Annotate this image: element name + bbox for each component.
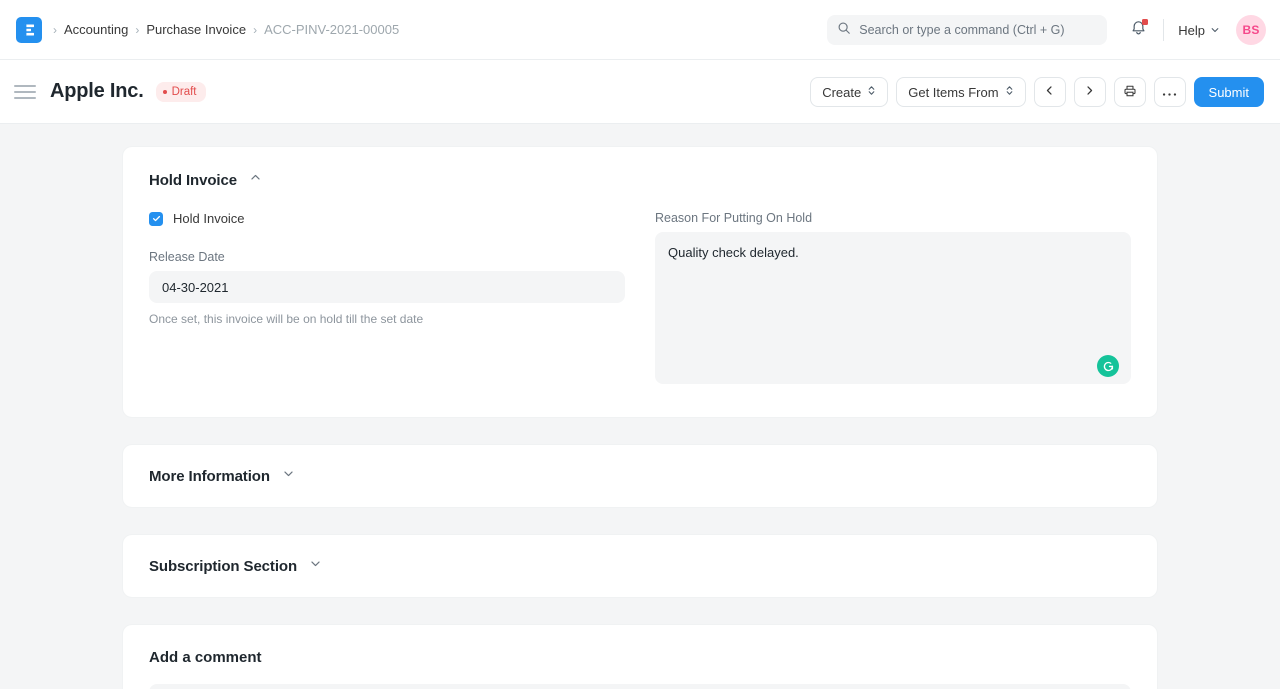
submit-button[interactable]: Submit — [1194, 77, 1264, 107]
notification-badge — [1142, 19, 1148, 25]
chevron-down-icon[interactable] — [282, 467, 295, 485]
search-input[interactable] — [859, 23, 1097, 37]
hold-invoice-checkbox[interactable] — [149, 212, 163, 226]
reason-for-hold-label: Reason For Putting On Hold — [655, 211, 1131, 225]
hold-invoice-right-column: Reason For Putting On Hold — [655, 211, 1131, 389]
get-items-from-button[interactable]: Get Items From — [896, 77, 1025, 107]
next-document-button[interactable] — [1074, 77, 1106, 107]
comment-input[interactable] — [149, 684, 1131, 689]
printer-icon — [1123, 84, 1137, 101]
navbar-divider — [1163, 19, 1164, 41]
hold-invoice-checkbox-label: Hold Invoice — [173, 211, 245, 226]
hold-invoice-checkbox-row[interactable]: Hold Invoice — [149, 211, 625, 226]
reason-for-hold-textarea[interactable] — [655, 232, 1131, 384]
chevron-down-icon[interactable] — [309, 557, 322, 575]
print-button[interactable] — [1114, 77, 1146, 107]
add-comment-title: Add a comment — [149, 649, 1131, 666]
notifications-button[interactable] — [1125, 17, 1151, 43]
status-label: Draft — [172, 86, 197, 98]
breadcrumb-separator: › — [53, 24, 57, 36]
create-button-label: Create — [822, 85, 861, 100]
create-button[interactable]: Create — [810, 77, 888, 107]
top-navbar: › Accounting › Purchase Invoice › ACC-PI… — [0, 0, 1280, 60]
page-header: Apple Inc. Draft Create Get Items From — [0, 60, 1280, 124]
release-date-field: Release Date Once set, this invoice will… — [149, 250, 625, 326]
page-body[interactable]: Hold Invoice — [0, 124, 1280, 689]
release-date-input[interactable] — [149, 271, 625, 303]
avatar[interactable]: BS — [1236, 15, 1266, 45]
submit-button-label: Submit — [1209, 85, 1249, 100]
chevron-right-icon — [1083, 84, 1096, 100]
breadcrumb-item-purchase-invoice[interactable]: Purchase Invoice — [146, 22, 246, 37]
breadcrumb-separator: › — [135, 24, 139, 36]
previous-document-button[interactable] — [1034, 77, 1066, 107]
more-information-section-header[interactable]: More Information — [123, 445, 1157, 507]
grammarly-icon[interactable] — [1097, 355, 1119, 377]
comment-card: Add a comment — [122, 624, 1158, 689]
search-icon — [837, 21, 859, 40]
breadcrumb-item-accounting[interactable]: Accounting — [64, 22, 128, 37]
chevron-up-icon[interactable] — [249, 171, 262, 189]
chevron-left-icon — [1043, 84, 1056, 100]
hold-invoice-columns: Hold Invoice Release Date Once set, this… — [149, 211, 1131, 389]
status-dot-icon — [163, 90, 167, 94]
subscription-section-header[interactable]: Subscription Section — [123, 535, 1157, 597]
erpnext-logo-icon[interactable] — [16, 17, 42, 43]
search-bar[interactable] — [827, 15, 1107, 45]
hold-invoice-section-title: Hold Invoice — [149, 172, 237, 189]
hold-invoice-card: Hold Invoice — [122, 146, 1158, 418]
status-badge: Draft — [156, 82, 206, 102]
release-date-hint: Once set, this invoice will be on hold t… — [149, 312, 625, 326]
get-items-from-label: Get Items From — [908, 85, 998, 100]
hamburger-menu-icon[interactable] — [14, 85, 36, 99]
help-dropdown[interactable]: Help — [1178, 23, 1220, 38]
page-title: Apple Inc. — [50, 80, 144, 103]
more-information-card: More Information — [122, 444, 1158, 508]
release-date-label: Release Date — [149, 250, 625, 264]
breadcrumb-item-current: ACC-PINV-2021-00005 — [264, 22, 399, 37]
reason-for-hold-field — [655, 232, 1131, 389]
select-chevrons-icon — [1005, 84, 1014, 100]
avatar-initials: BS — [1242, 23, 1259, 37]
navbar-right-group: Help BS — [827, 0, 1266, 60]
breadcrumb-separator: › — [253, 24, 257, 36]
more-information-section-title: More Information — [149, 468, 270, 485]
subscription-section-card: Subscription Section — [122, 534, 1158, 598]
subscription-section-title: Subscription Section — [149, 558, 297, 575]
chevron-down-icon — [1210, 23, 1220, 38]
help-label: Help — [1178, 23, 1205, 38]
hold-invoice-section-header[interactable]: Hold Invoice — [149, 171, 1131, 189]
form-container: Hold Invoice — [122, 124, 1158, 689]
ellipsis-icon — [1162, 85, 1177, 100]
more-actions-button[interactable] — [1154, 77, 1186, 107]
page-actions: Create Get Items From — [810, 60, 1264, 124]
hold-invoice-left-column: Hold Invoice Release Date Once set, this… — [149, 211, 625, 389]
select-chevrons-icon — [867, 84, 876, 100]
breadcrumb: › Accounting › Purchase Invoice › ACC-PI… — [46, 22, 399, 37]
